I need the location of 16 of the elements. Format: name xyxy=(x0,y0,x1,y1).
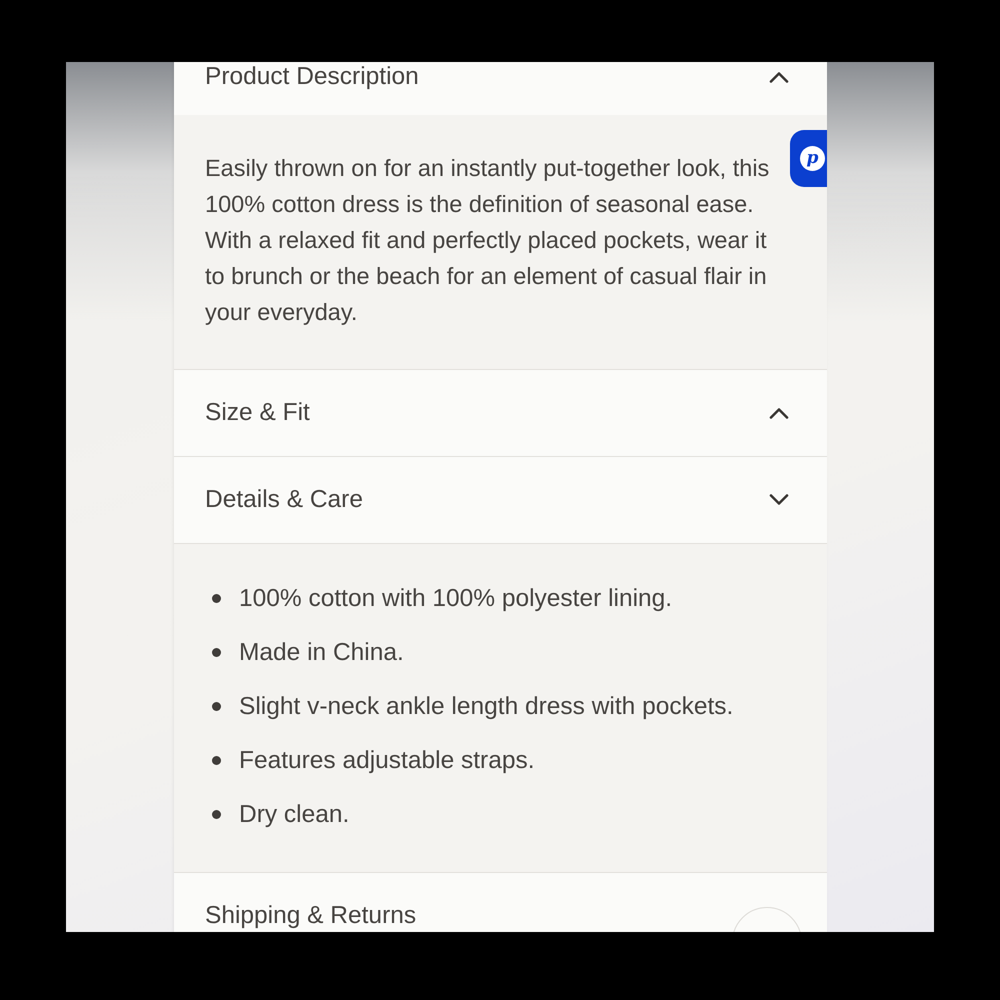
bullet-icon xyxy=(212,756,221,765)
accordion-header[interactable]: Size & Fit xyxy=(174,369,827,456)
accordion-header[interactable]: Details & Care xyxy=(174,456,827,543)
detail-text: 100% cotton with 100% polyester lining. xyxy=(239,584,672,614)
bullet-icon xyxy=(212,594,221,603)
bullet-icon xyxy=(212,810,221,819)
detail-text: Features adjustable straps. xyxy=(239,746,535,776)
detail-text: Dry clean. xyxy=(239,800,350,830)
detail-text: Slight v-neck ankle length dress with pockets. xyxy=(239,692,734,722)
bullet-icon xyxy=(212,702,221,711)
detail-text: Made in China. xyxy=(239,638,404,668)
widget-button[interactable]: p xyxy=(790,130,827,187)
accordion-header[interactable]: Shipping & Returns xyxy=(174,872,827,932)
accordion-header[interactable]: Product Description xyxy=(174,62,827,115)
bullet-icon xyxy=(212,648,221,657)
description-text: Easily thrown on for an instantly put-together look, this 100% cotton dress is the definition of seasonal ease. With a relaxed fit and perfectly placed pockets, wear it to brunch or the beach for an element of casual flair in your everyday. xyxy=(205,154,770,327)
